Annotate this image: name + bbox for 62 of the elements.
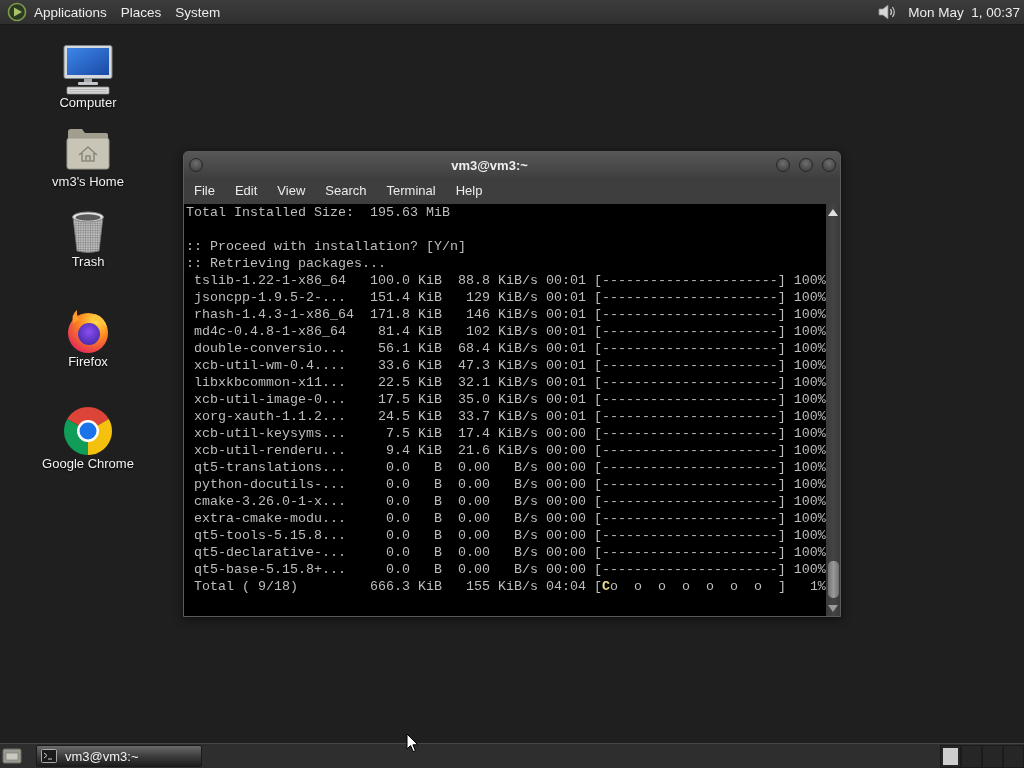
- terminal-line: jsoncpp-1.9.5-2-... 151.4 KiB 129 KiB/s 00:01 [----------------------] 100%: [194, 289, 826, 306]
- window-menu-button[interactable]: [189, 158, 203, 172]
- maximize-button[interactable]: [799, 158, 813, 172]
- panel-menu[interactable]: Places: [113, 1, 169, 23]
- window-title: vm3@vm3:~: [450, 157, 529, 173]
- terminal-line: rhash-1.4.3-1-x86_64 171.8 KiB 146 KiB/s 00:01 [----------------------] 100%: [194, 306, 826, 323]
- mouse-pointer-icon: [406, 733, 419, 753]
- terminal-line: md4c-0.4.8-1-x86_64 81.4 KiB 102 KiB/s 00:01 [----------------------] 100%: [194, 323, 826, 340]
- terminal-line: xcb-util-renderu... 9.4 KiB 21.6 KiB/s 00:00 [----------------------] 100%: [194, 442, 826, 459]
- terminal-line: Total Installed Size: 195.63 MiB: [186, 204, 450, 221]
- home-folder-icon[interactable]: [66, 128, 110, 170]
- terminal-line: qt5-base-5.15.8+... 0.0 B 0.00 B/s 00:00 [----------------------] 100%: [194, 561, 826, 578]
- menu-item[interactable]: View: [267, 181, 316, 201]
- workspace-cell[interactable]: [982, 744, 1003, 768]
- desktop-icon-label[interactable]: Trash: [71, 254, 105, 269]
- workspace-cell[interactable]: [1003, 744, 1024, 768]
- up-arrow-icon[interactable]: [828, 209, 838, 216]
- terminal-line: double-conversio... 56.1 KiB 68.4 KiB/s 00:01 [----------------------] 100%: [194, 340, 826, 357]
- play-circle-icon[interactable]: [7, 2, 27, 22]
- close-button[interactable]: [822, 158, 836, 172]
- terminal-line: cmake-3.26.0-1-x... 0.0 B 0.00 B/s 00:00 [----------------------] 100%: [194, 493, 826, 510]
- terminal-line: Total ( 9/18) 666.3 KiB 155 KiB/s 04:04 [Co o o o o o o ] 1%: [194, 578, 826, 595]
- menu-item[interactable]: Terminal: [376, 181, 446, 201]
- panel-menu[interactable]: System: [168, 1, 228, 23]
- workspace-cell[interactable]: [961, 744, 982, 768]
- panel-menu[interactable]: Applications: [27, 1, 114, 23]
- terminal-line: qt5-tools-5.15.8... 0.0 B 0.00 B/s 00:00 [----------------------] 100%: [194, 527, 826, 544]
- segmented-circle-icon[interactable]: [63, 406, 113, 456]
- terminal-line: python-docutils-... 0.0 B 0.00 B/s 00:00 [----------------------] 100%: [194, 476, 826, 493]
- menu-item[interactable]: Help: [445, 181, 493, 201]
- terminal-line: xcb-util-wm-0.4.... 33.6 KiB 47.3 KiB/s 00:01 [----------------------] 100%: [194, 357, 826, 374]
- workspace-cell[interactable]: [940, 744, 961, 768]
- terminal-line: tslib-1.22-1-x86_64 100.0 KiB 88.8 KiB/s 00:01 [----------------------] 100%: [194, 272, 826, 289]
- scrollbar-thumb[interactable]: [827, 561, 839, 598]
- title-bar[interactable]: vm3@vm3:~: [184, 152, 840, 178]
- terminal-line: qt5-declarative-... 0.0 B 0.00 B/s 00:00 [----------------------] 100%: [194, 544, 826, 561]
- desktop-icon-label[interactable]: Firefox: [68, 354, 108, 369]
- minimize-button[interactable]: [776, 158, 790, 172]
- down-arrow-icon[interactable]: [828, 605, 838, 612]
- scrollbar[interactable]: [826, 204, 840, 616]
- computer-icon[interactable]: [62, 45, 114, 95]
- desktop-icon-label[interactable]: Google Chrome: [42, 456, 134, 471]
- menu-item[interactable]: File: [184, 181, 225, 201]
- taskbar-button[interactable]: vm3@vm3:~: [36, 745, 202, 767]
- speaker-icon[interactable]: [877, 2, 898, 22]
- desktop-icon-label[interactable]: vm3's Home: [52, 174, 124, 189]
- menu-item[interactable]: Search: [315, 181, 377, 201]
- terminal-line: xcb-util-keysyms... 7.5 KiB 17.4 KiB/s 00:00 [----------------------] 100%: [194, 425, 826, 442]
- flame-globe-icon[interactable]: [65, 308, 111, 354]
- menu-item[interactable]: Edit: [224, 181, 268, 201]
- terminal-icon: [41, 749, 57, 763]
- desktop-icon[interactable]: [2, 747, 22, 765]
- terminal-line: extra-cmake-modu... 0.0 B 0.00 B/s 00:00 [----------------------] 100%: [194, 510, 826, 527]
- terminal-line: :: Retrieving packages...: [186, 255, 386, 272]
- panel-clock[interactable]: Mon May 1, 00:37: [908, 4, 1020, 20]
- terminal-line: :: Proceed with installation? [Y/n]: [186, 238, 466, 255]
- terminal-line: qt5-translations... 0.0 B 0.00 B/s 00:00 [----------------------] 100%: [194, 459, 826, 476]
- trash-bin-icon[interactable]: [70, 210, 106, 254]
- desktop-icon-label[interactable]: Computer: [59, 95, 117, 110]
- terminal-line: libxkbcommon-x11... 22.5 KiB 32.1 KiB/s 00:01 [----------------------] 100%: [194, 374, 826, 391]
- terminal-line: xcb-util-image-0... 17.5 KiB 35.0 KiB/s 00:01 [----------------------] 100%: [194, 391, 826, 408]
- terminal-line: xorg-xauth-1.1.2... 24.5 KiB 33.7 KiB/s 00:01 [----------------------] 100%: [194, 408, 826, 425]
